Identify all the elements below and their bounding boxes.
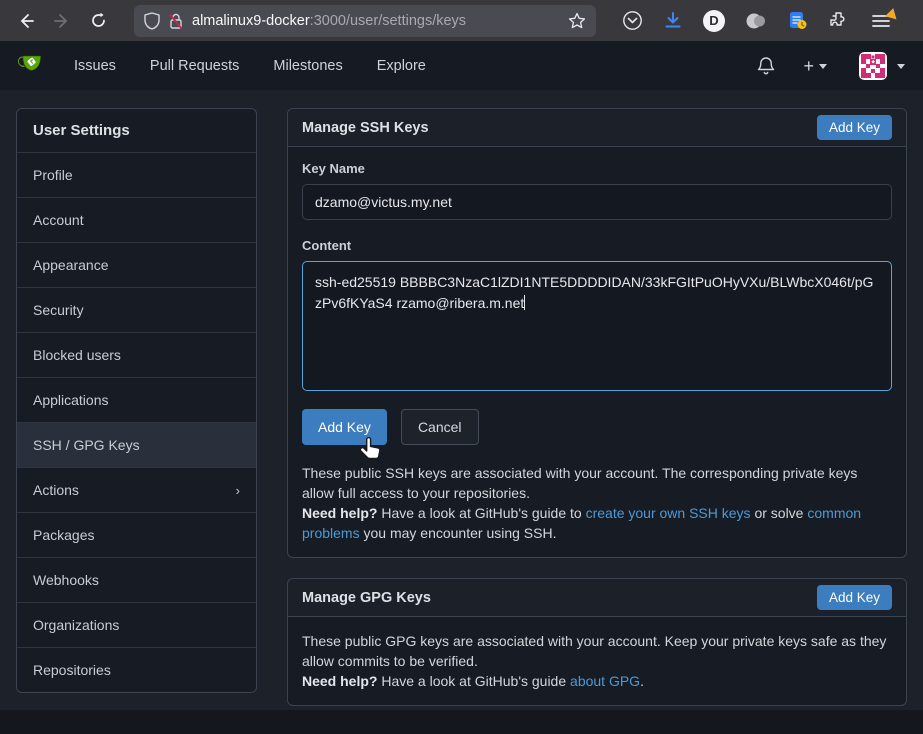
- sidebar-item-actions[interactable]: Actions›: [17, 467, 256, 512]
- cancel-button[interactable]: Cancel: [401, 409, 479, 445]
- gpg-help-text: These public GPG keys are associated wit…: [302, 631, 892, 691]
- reload-button[interactable]: [82, 6, 114, 36]
- tracking-shield-icon[interactable]: [144, 12, 160, 30]
- create-ssh-keys-link[interactable]: create your own SSH keys: [586, 505, 751, 521]
- content-label: Content: [302, 238, 892, 253]
- sidebar-item-packages[interactable]: Packages: [17, 512, 256, 557]
- url-bar[interactable]: almalinux9-docker:3000/user/settings/key…: [134, 5, 596, 37]
- about-gpg-link[interactable]: about GPG: [570, 673, 640, 689]
- sidebar-item-security[interactable]: Security: [17, 287, 256, 332]
- download-icon[interactable]: [663, 11, 683, 31]
- notes-extension-icon[interactable]: [787, 10, 808, 31]
- url-text: almalinux9-docker:3000/user/settings/key…: [192, 13, 560, 29]
- browser-toolbar: almalinux9-docker:3000/user/settings/key…: [0, 0, 923, 42]
- gpg-panel-title: Manage GPG Keys: [302, 590, 431, 606]
- sidebar-item-organizations[interactable]: Organizations: [17, 602, 256, 647]
- key-name-input[interactable]: [302, 184, 892, 220]
- avatar[interactable]: [859, 52, 887, 80]
- add-key-submit-button[interactable]: Add Key: [302, 409, 387, 445]
- sidebar-item-repositories[interactable]: Repositories: [17, 647, 256, 692]
- footer-band: [0, 710, 923, 734]
- nav-explore[interactable]: Explore: [377, 58, 426, 74]
- sidebar-item-ssh-gpg-keys[interactable]: SSH / GPG Keys: [17, 422, 256, 467]
- sidebar-item-profile[interactable]: Profile: [17, 152, 256, 197]
- sidebar-item-blocked-users[interactable]: Blocked users: [17, 332, 256, 377]
- create-new-button[interactable]: +: [803, 56, 827, 77]
- d-extension-icon[interactable]: D: [703, 10, 725, 32]
- main-column: Manage SSH Keys Add Key Key Name Content…: [287, 108, 907, 706]
- user-menu-chevron-icon[interactable]: [897, 64, 905, 69]
- ssh-key-content-textarea[interactable]: ssh-ed25519 BBBBC3NzaC1lZDI1NTE5DDDDIDAN…: [302, 261, 892, 391]
- ssh-keys-panel: Manage SSH Keys Add Key Key Name Content…: [287, 108, 907, 558]
- insecure-lock-icon[interactable]: [168, 12, 184, 30]
- plus-icon: +: [803, 56, 814, 77]
- sidebar-item-appearance[interactable]: Appearance: [17, 242, 256, 287]
- sidebar-item-account[interactable]: Account: [17, 197, 256, 242]
- forward-button[interactable]: [46, 6, 78, 36]
- pocket-extension-icon[interactable]: [622, 10, 643, 31]
- notifications-bell-icon[interactable]: [757, 56, 775, 76]
- gray-extension-icon[interactable]: [745, 10, 767, 32]
- url-path: :3000/user/settings/keys: [310, 13, 466, 29]
- extensions-puzzle-icon[interactable]: [828, 10, 849, 31]
- bookmark-star-icon[interactable]: [568, 12, 586, 30]
- menu-button[interactable]: [871, 12, 891, 30]
- ssh-panel-body: Key Name Content ssh-ed25519 BBBBC3NzaC1…: [288, 147, 906, 557]
- key-name-label: Key Name: [302, 161, 892, 176]
- update-badge-icon: [885, 6, 899, 19]
- chevron-right-icon: ›: [236, 483, 240, 498]
- back-button[interactable]: [10, 6, 42, 36]
- app-navbar: Issues Pull Requests Milestones Explore …: [0, 42, 923, 90]
- gpg-keys-panel: Manage GPG Keys Add Key These public GPG…: [287, 578, 907, 706]
- url-host: almalinux9-docker: [192, 13, 310, 29]
- sidebar-title: User Settings: [17, 109, 256, 152]
- ssh-panel-title: Manage SSH Keys: [302, 120, 429, 136]
- nav-pull-requests[interactable]: Pull Requests: [150, 58, 239, 74]
- ssh-add-key-header-button[interactable]: Add Key: [817, 115, 892, 140]
- gpg-add-key-header-button[interactable]: Add Key: [817, 585, 892, 610]
- nav-milestones[interactable]: Milestones: [273, 58, 342, 74]
- sidebar-item-applications[interactable]: Applications: [17, 377, 256, 422]
- gpg-panel-header: Manage GPG Keys Add Key: [288, 579, 906, 617]
- gpg-panel-body: These public GPG keys are associated wit…: [288, 617, 906, 705]
- text-caret: [524, 295, 525, 310]
- ssh-panel-header: Manage SSH Keys Add Key: [288, 109, 906, 147]
- page-content: User Settings Profile Account Appearance…: [0, 90, 923, 706]
- chevron-down-icon: [819, 64, 827, 69]
- nav-issues[interactable]: Issues: [74, 58, 116, 74]
- sidebar-item-webhooks[interactable]: Webhooks: [17, 557, 256, 602]
- gitea-logo-icon[interactable]: [18, 51, 48, 81]
- settings-sidebar: User Settings Profile Account Appearance…: [16, 108, 257, 693]
- ssh-help-text: These public SSH keys are associated wit…: [302, 463, 892, 543]
- extension-icons: D: [622, 10, 849, 32]
